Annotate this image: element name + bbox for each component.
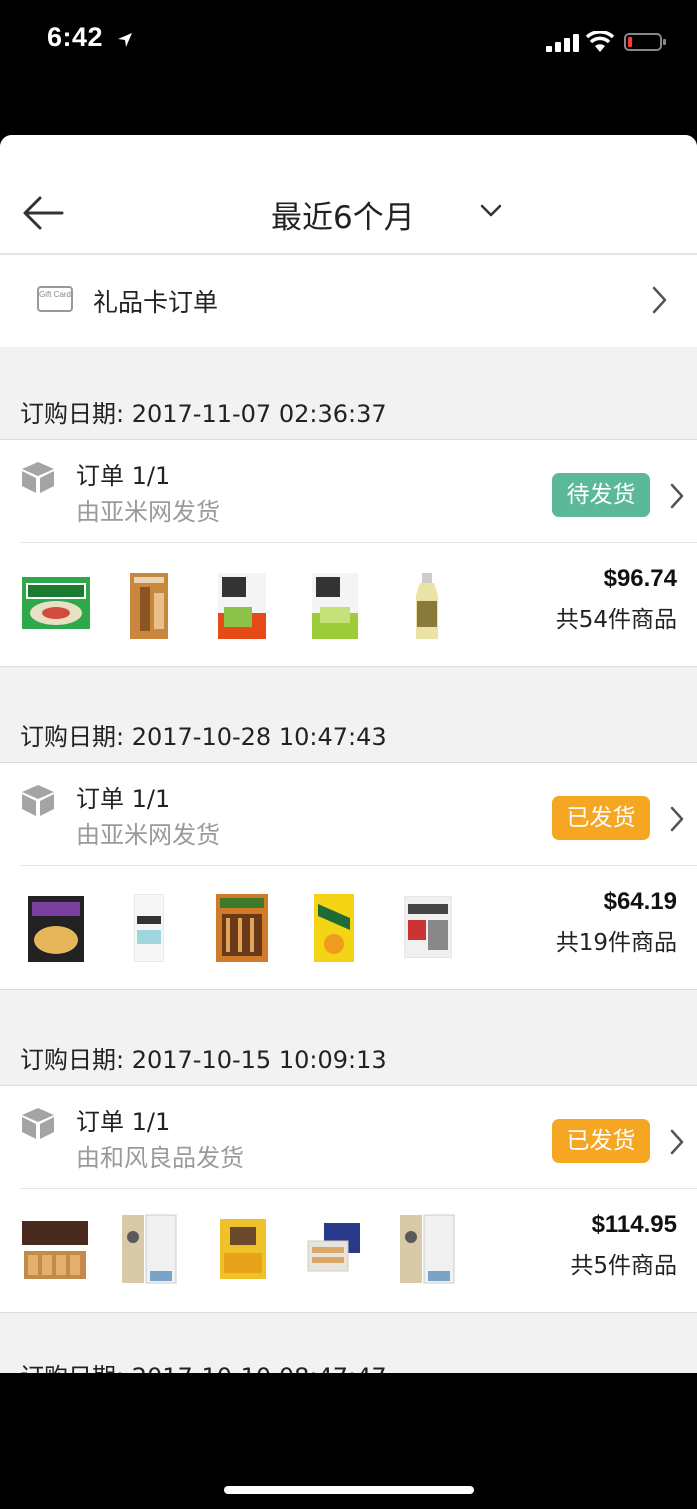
product-thumbnail-hotpot-mild [312, 573, 358, 639]
wifi-icon [586, 31, 614, 52]
order-item-count: 共19件商品 [555, 930, 677, 956]
order-number: 订单 1/1 [76, 1108, 171, 1136]
order-total: $64.19 [603, 888, 677, 915]
period-filter-title[interactable]: 最近6个月 [271, 192, 415, 237]
chevron-down-icon[interactable] [479, 203, 503, 219]
chevron-right-icon[interactable] [669, 482, 685, 510]
battery-low-icon [624, 33, 666, 51]
product-thumbnails[interactable] [0, 866, 520, 989]
order-date-header: 订购日期: 2017-10-10 08:47:47 [20, 1357, 387, 1373]
product-thumbnail-bottle-drink [416, 573, 438, 639]
chevron-right-icon[interactable] [669, 805, 685, 833]
product-thumbnail-wafer-box [307, 1223, 360, 1272]
status-bar: 6:42 [0, 0, 697, 90]
gift-card-label: 礼品卡订单 [93, 288, 219, 317]
order-card[interactable]: 订单 1/1 由亚米网发货 待发货 $96.74 共54件商品 [0, 439, 697, 667]
chevron-right-icon[interactable] [669, 1128, 685, 1156]
package-icon [22, 785, 54, 816]
order-date-header: 订购日期: 2017-10-28 10:47:43 [20, 723, 387, 751]
order-card[interactable]: 订单 1/1 由亚米网发货 已发货 $64.19 共19件商品 [0, 762, 697, 990]
package-icon [22, 1108, 54, 1139]
status-time: 6:42 [47, 22, 104, 52]
back-arrow-icon[interactable] [22, 193, 66, 233]
product-thumbnails[interactable] [0, 543, 520, 666]
order-status-badge: 已发货 [552, 1119, 650, 1163]
order-number: 订单 1/1 [76, 462, 171, 490]
product-thumbnail-cookie-tin [120, 1213, 178, 1285]
package-icon [22, 462, 54, 493]
order-date-header: 订购日期: 2017-10-15 10:09:13 [20, 1046, 387, 1074]
order-status-badge: 待发货 [552, 473, 650, 517]
product-thumbnail-lemon-tea [314, 894, 354, 962]
order-total: $96.74 [603, 565, 677, 592]
product-thumbnail-instant-noodle [28, 896, 84, 962]
product-thumbnails[interactable] [0, 1189, 520, 1312]
product-thumbnail-biscuit-box [20, 1217, 90, 1285]
chevron-right-icon [652, 286, 667, 314]
order-number: 订单 1/1 [76, 785, 171, 813]
order-card[interactable]: 订单 1/1 由和风良品发货 已发货 $114.95 共5件商品 [0, 1085, 697, 1313]
product-thumbnail-noodle-pack [22, 577, 90, 629]
product-thumbnail-cookie-tin-2 [398, 1213, 456, 1285]
order-date-header: 订购日期: 2017-11-07 02:36:37 [20, 400, 387, 428]
order-status-badge: 已发货 [552, 796, 650, 840]
product-thumbnail-nasal-spray [134, 894, 164, 962]
order-total: $114.95 [591, 1211, 677, 1238]
product-thumbnail-soy-milk [130, 573, 168, 639]
product-thumbnail-hotpot-base [218, 573, 266, 639]
gift-card-orders-row[interactable]: Gift Card 礼品卡订单 [0, 255, 697, 347]
product-thumbnail-snack-bag [404, 896, 452, 958]
nav-bar: 最近6个月 [0, 135, 697, 255]
home-indicator[interactable] [224, 1486, 474, 1494]
location-arrow-icon [118, 33, 132, 47]
order-item-count: 共54件商品 [555, 607, 677, 633]
order-shipper: 由亚米网发货 [76, 498, 220, 526]
orders-sheet: 最近6个月 Gift Card 礼品卡订单 订购日期: 2017-11-07 0… [0, 135, 697, 1373]
product-thumbnail-yellow-box [220, 1219, 266, 1279]
product-thumbnail-skewer-snack [216, 894, 268, 962]
order-item-count: 共5件商品 [570, 1253, 677, 1279]
cellular-signal-icon [546, 34, 579, 52]
order-shipper: 由和风良品发货 [76, 1144, 244, 1172]
gift-card-icon: Gift Card [37, 286, 73, 312]
order-shipper: 由亚米网发货 [76, 821, 220, 849]
